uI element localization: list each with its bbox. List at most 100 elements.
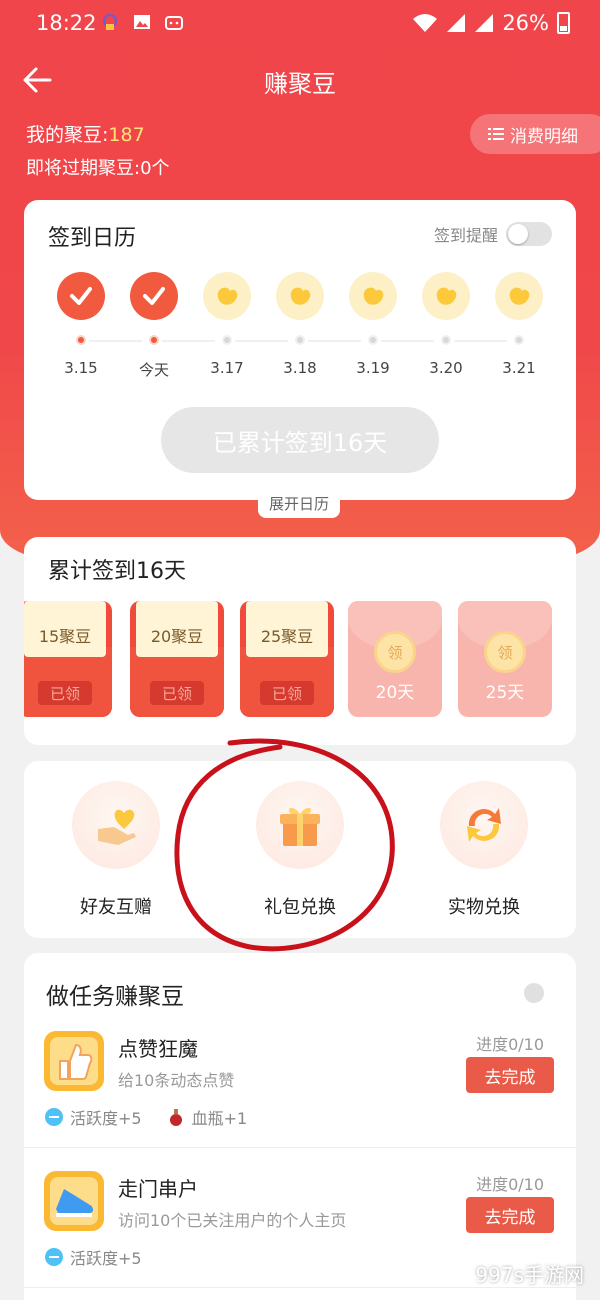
task-row: 点赞狂魔 给10条动态点赞 进度0/10 去完成 活跃度+5 血瓶+1 [24,1031,576,1169]
expire-beans: 即将过期聚豆:0个 [26,158,170,179]
task-name: 走门串户 [118,1177,198,1201]
status-right: 26% [412,11,570,35]
gift-pack-exchange-action[interactable]: 礼包兑换 [220,781,380,919]
status-time: 18:22 [36,11,97,35]
signal-icon-2 [475,14,494,32]
gift-hand-icon [98,809,136,845]
thumbs-up-icon [44,1031,104,1091]
calendar-days: 3.15 今天 3.17 3.18 3.19 3.20 3.21 [44,272,556,382]
chevron-right-icon[interactable] [524,983,544,1003]
calendar-title: 签到日历 [48,226,137,251]
tasks-title: 做任务赚聚豆 [46,984,184,1010]
calendar-day: 3.19 [336,272,410,377]
day-label: 3.19 [356,359,390,377]
reward-potion: 血瓶+1 [166,1105,248,1129]
day-dot [368,335,378,345]
calendar-day: 3.18 [263,272,337,377]
action-label: 好友互赠 [80,897,152,918]
notification-icons [100,12,184,32]
beans-value: 187 [108,124,145,146]
claimed-tag: 已领 [260,681,314,705]
exchange-actions-card: 好友互赠 礼包兑换 实物兑换 [24,761,576,938]
claimed-reward-envelope: 25聚豆已领 [240,601,334,717]
task-name: 点赞狂魔 [118,1037,198,1061]
complete-task-button[interactable]: 去完成 [466,1197,554,1233]
divider [24,1147,576,1148]
battery-icon [557,12,570,34]
exchange-icon [467,808,501,842]
calendar-day: 今天 [117,272,191,380]
required-days: 20天 [375,683,415,703]
day-label: 3.20 [429,359,463,377]
activity-icon [45,1248,63,1266]
claimed-reward-envelope: 15聚豆 已领 [24,601,112,717]
reward-text: 血瓶+1 [191,1109,248,1128]
day-dot [76,335,86,345]
claimed-tag: 已领 [150,681,204,705]
task-progress: 进度0/10 [476,1035,544,1054]
day-dot [514,335,524,345]
signed-days-button[interactable]: 已累计签到16天 [161,407,439,473]
task-rewards: 活跃度+5 [44,1245,142,1269]
battery-percent: 26% [502,11,549,35]
locked-reward-envelope[interactable]: 领 25天 [458,601,552,717]
complete-task-button[interactable]: 去完成 [466,1057,554,1093]
day-label: 3.15 [64,359,98,377]
task-desc: 给10条动态点赞 [118,1071,235,1090]
reward-activity: 活跃度+5 [44,1105,142,1129]
consumption-detail-button[interactable]: 消费明细 [470,114,600,154]
nav-bar: 赚聚豆 [0,58,600,102]
cumulative-title: 累计签到16天 [48,559,186,584]
my-beans: 我的聚豆:187 [26,120,145,147]
day-dot [441,335,451,345]
calendar-day: 3.21 [482,272,556,377]
checkin-calendar-card: 签到日历 签到提醒 3.15 今天 3.17 3.18 3.19 3.20 3.21 已累计… [24,200,576,500]
action-label: 礼包兑换 [264,897,336,918]
calendar-day: 3.15 [44,272,118,377]
signal-icon [447,14,466,32]
reward-amount: 25聚豆 [246,601,328,657]
task-progress: 进度0/10 [476,1175,544,1194]
day-label: 今天 [138,361,169,379]
detail-label: 消费明细 [510,126,578,147]
potion-icon [169,1109,182,1126]
locked-reward-envelope[interactable]: 领 20天 [348,601,442,717]
reminder-label: 签到提醒 [433,226,498,245]
bean-icon [349,272,397,320]
task-desc: 访问10个已关注用户的个人主页 [118,1211,347,1230]
watermark: 997s手游网 [475,1263,584,1287]
expand-calendar-button[interactable]: 展开日历 [258,488,340,518]
reward-amount: 20聚豆 [136,601,218,657]
status-bar: 18:22 26% [0,0,600,46]
bean-icon [203,272,251,320]
checkmark-icon [57,272,105,320]
action-icon-wrap [440,781,528,869]
checkmark-icon [130,272,178,320]
calendar-day: 3.20 [409,272,483,377]
day-dot [222,335,232,345]
coin-icon: 领 [484,631,526,673]
cumulative-checkin-card: 累计签到16天 15聚豆 已领 20聚豆 已领 25聚豆 已领领 20天领 25天 [24,537,576,745]
day-label: 3.17 [210,359,244,377]
reward-activity: 活跃度+5 [44,1245,142,1269]
list-icon [488,128,504,140]
reminder-toggle[interactable] [506,222,552,246]
friend-gift-action[interactable]: 好友互赠 [36,781,196,919]
shoe-icon [44,1171,104,1231]
notification-app-icon [103,14,117,30]
physical-exchange-action[interactable]: 实物兑换 [404,781,564,919]
reward-envelopes: 15聚豆 已领 20聚豆 已领 25聚豆 已领领 20天领 25天 [24,601,576,719]
day-label: 3.21 [502,359,536,377]
bean-icon [495,272,543,320]
beans-label: 我的聚豆: [26,124,109,146]
required-days: 25天 [485,683,525,703]
page-title: 赚聚豆 [264,70,336,98]
bilibili-icon [165,16,183,30]
action-label: 实物兑换 [448,897,520,918]
day-dot [149,335,159,345]
reward-amount: 15聚豆 [24,601,106,657]
tasks-card: 做任务赚聚豆 点赞狂魔 给10条动态点赞 进度0/10 去完成 活跃度+5 血瓶… [24,953,576,1300]
day-dot [295,335,305,345]
gift-box-icon [280,807,320,846]
day-label: 3.18 [283,359,317,377]
